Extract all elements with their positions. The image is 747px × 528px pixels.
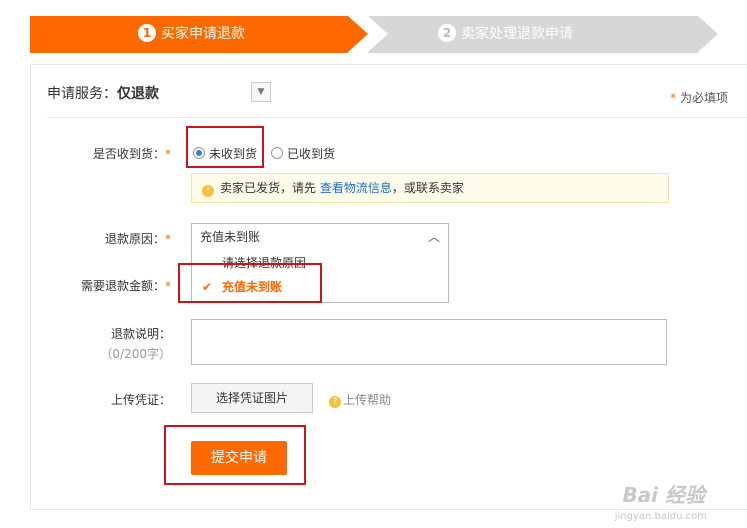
lightbulb-icon: ! [202, 185, 214, 197]
received-label: 是否收到货：* [92, 147, 171, 161]
refund-note-label: 退款说明： [110, 327, 171, 341]
step-separator [718, 16, 738, 52]
step-number: 1 [138, 24, 156, 42]
upload-label: 上传凭证： [110, 393, 171, 407]
service-label: 申请服务： [47, 86, 117, 102]
refund-form-panel: 申请服务：仅退款 ▼ * 为必填项 是否收到货：* 未收到货 已收到货 ! 卖家已… [30, 64, 747, 510]
highlight-box [178, 263, 322, 303]
required-note: * 为必填项 [670, 89, 728, 106]
highlight-box [186, 126, 264, 168]
highlight-box [164, 425, 306, 485]
service-value: 仅退款 [117, 86, 159, 102]
radio-received[interactable]: 已收到货 [271, 145, 335, 162]
watermark-url: jingyan.baidu.com [614, 511, 707, 522]
required-text: 为必填项 [679, 91, 728, 105]
char-counter: （0/200字） [100, 347, 171, 361]
step-arrow [698, 16, 718, 52]
reason-label: 退款原因：* [104, 232, 171, 246]
reason-select[interactable]: 充值未到账 ︿ [191, 223, 449, 251]
radio-unchecked-icon[interactable] [271, 147, 283, 159]
progress-steps: 1 买家申请退款 2 卖家处理退款申请 [30, 16, 747, 53]
help-icon: ? [329, 396, 341, 408]
shipping-hint: ! 卖家已发货，请先 查看物流信息，或联系卖家 [191, 173, 669, 203]
step-label: 买家申请退款 [161, 26, 245, 42]
step-number: 2 [438, 24, 456, 42]
step-label: 卖家处理退款申请 [461, 26, 573, 42]
step-arrow [348, 16, 368, 52]
service-row: 申请服务：仅退款 [47, 83, 159, 103]
upload-help-link[interactable]: ? 上传帮助 [329, 391, 391, 408]
choose-image-button[interactable]: 选择凭证图片 [191, 383, 313, 413]
logistics-link[interactable]: 查看物流信息 [320, 181, 392, 195]
step-separator [368, 16, 388, 52]
divider [47, 117, 747, 118]
service-dropdown-button[interactable]: ▼ [251, 82, 271, 102]
amount-label: 需要退款金额：* [80, 279, 171, 293]
refund-note-textarea[interactable] [191, 319, 667, 365]
step-seller-process: 2 卖家处理退款申请 [368, 16, 698, 53]
watermark-logo: Bai 经验 [622, 483, 705, 507]
required-star: * [670, 91, 677, 105]
chevron-up-icon: ︿ [427, 230, 440, 244]
step-apply-refund: 1 买家申请退款 [30, 16, 348, 53]
